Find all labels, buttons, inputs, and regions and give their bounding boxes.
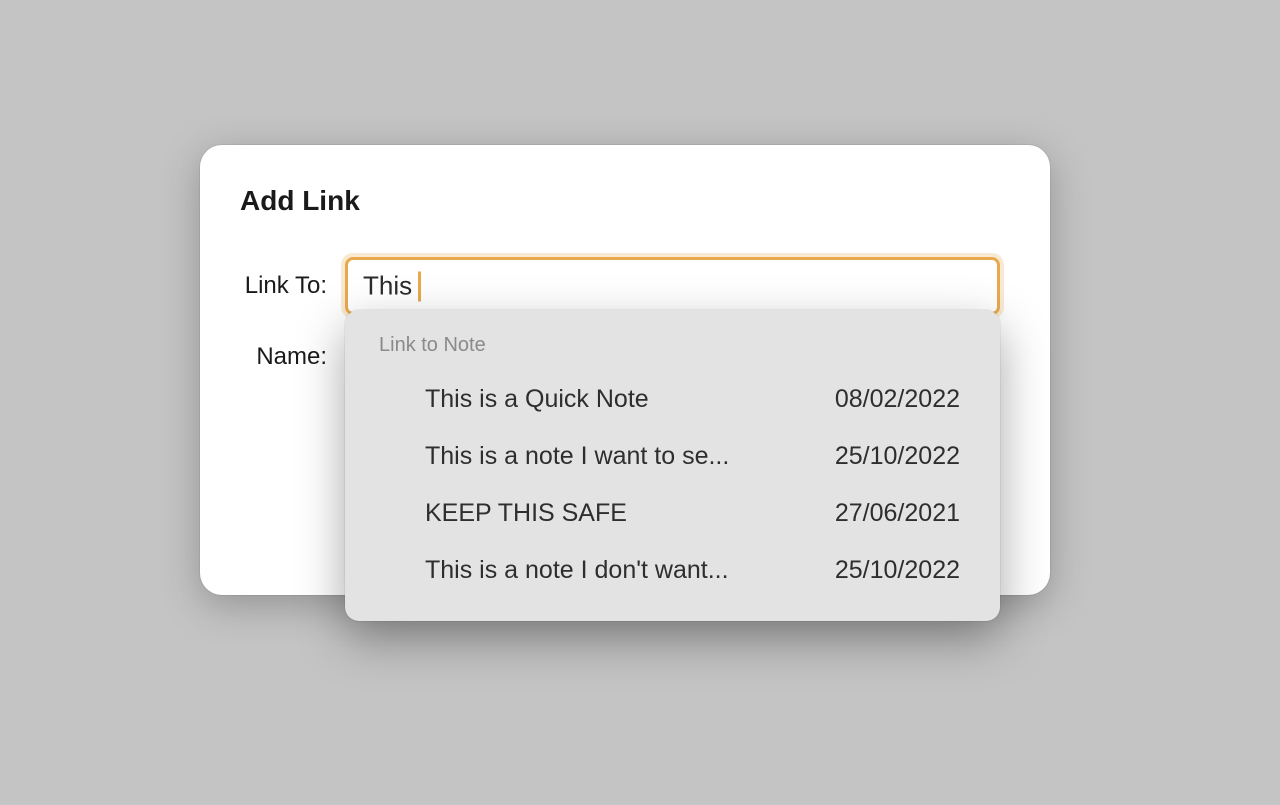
dialog-title: Add Link (240, 185, 1000, 217)
linkto-label: Link To: (240, 272, 345, 300)
suggestion-item[interactable]: This is a note I don't want... 25/10/202… (345, 542, 1000, 599)
suggestion-title: KEEP THIS SAFE (425, 499, 627, 528)
name-label: Name: (240, 343, 345, 371)
linkto-input[interactable] (345, 257, 1000, 315)
suggestion-date: 25/10/2022 (815, 556, 960, 585)
linkto-row: Link To: This (240, 257, 1000, 315)
suggestion-date: 08/02/2022 (815, 385, 960, 414)
linkto-input-wrapper: This (345, 257, 1000, 315)
suggestion-item[interactable]: KEEP THIS SAFE 27/06/2021 (345, 485, 1000, 542)
suggestion-item[interactable]: This is a note I want to se... 25/10/202… (345, 428, 1000, 485)
suggestion-item[interactable]: This is a Quick Note 08/02/2022 (345, 371, 1000, 428)
suggestions-dropdown: Link to Note This is a Quick Note 08/02/… (345, 310, 1000, 621)
suggestion-title: This is a Quick Note (425, 385, 649, 414)
suggestion-title: This is a note I want to se... (425, 442, 729, 471)
suggestion-title: This is a note I don't want... (425, 556, 729, 585)
dropdown-header: Link to Note (345, 334, 1000, 371)
suggestion-date: 25/10/2022 (815, 442, 960, 471)
suggestion-date: 27/06/2021 (815, 499, 960, 528)
